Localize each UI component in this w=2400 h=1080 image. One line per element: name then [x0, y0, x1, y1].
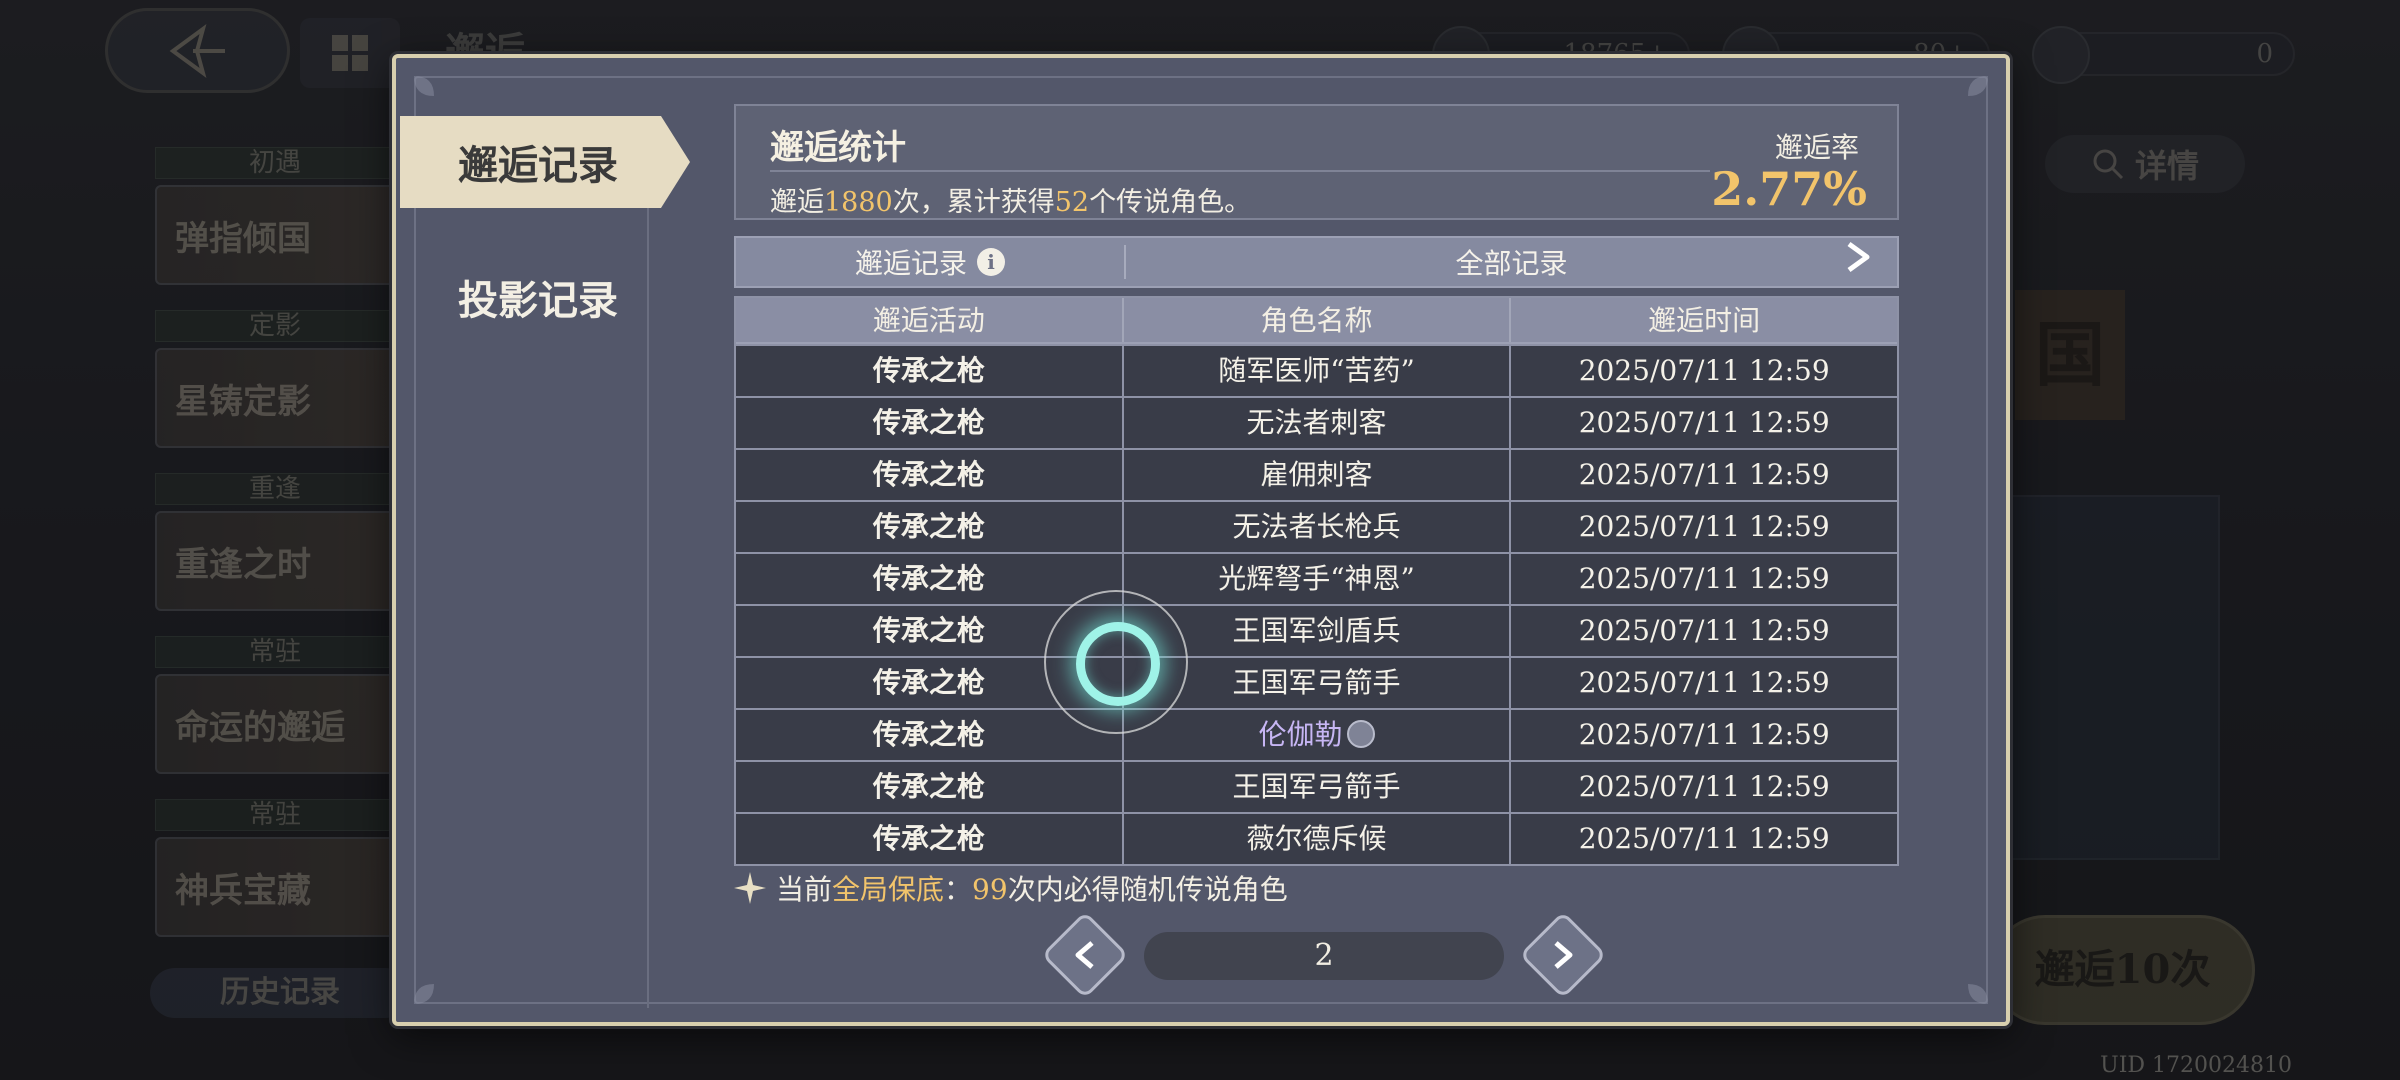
cell-activity: 传承之枪 [736, 398, 1124, 448]
record-table: 邂逅活动 角色名称 邂逅时间 传承之枪 随军医师“苦药” 2025/07/11 … [734, 296, 1899, 866]
pull-10-button[interactable]: 邂逅10次 [1990, 915, 2255, 1025]
cell-activity: 传承之枪 [736, 346, 1124, 396]
table-row: 传承之枪 薇尔德斥候 2025/07/11 12:59 [736, 812, 1897, 864]
cell-name: 光辉弩手“神恩” [1124, 554, 1512, 604]
cell-time: 2025/07/11 12:59 [1578, 510, 1830, 543]
table-row: 传承之枪 无法者刺客 2025/07/11 12:59 [736, 396, 1897, 448]
record-filter-bar: 邂逅记录 i 全部记录 [734, 236, 1899, 288]
modal-tab-column: 邂逅记录 投影记录 [396, 58, 690, 1022]
cell-activity: 传承之枪 [736, 762, 1124, 812]
loading-spinner [1044, 590, 1188, 734]
pity-guarantee-note: 当前全局保底：99次内必得随机传说角色 [734, 868, 1288, 908]
back-button[interactable] [105, 8, 290, 93]
banner-artwork [2010, 495, 2220, 860]
legendary-count: 52 [1054, 187, 1090, 218]
currency-3-icon [2032, 26, 2090, 84]
stats-divider [770, 170, 1710, 172]
cell-time: 2025/07/11 12:59 [1578, 354, 1830, 387]
cell-activity: 传承之枪 [736, 450, 1124, 500]
cell-name-legendary: 伦伽勒 [1124, 710, 1512, 760]
banner-emblem: 国 [2015, 290, 2125, 420]
corner-ornament-icon [1944, 72, 1992, 120]
banner-2[interactable]: 定影 星铸定影 [155, 310, 395, 448]
column-header-name: 角色名称 [1124, 298, 1512, 342]
uid-label: UID 1720024810 [2100, 1053, 2292, 1078]
cell-name: 薇尔德斥候 [1124, 814, 1512, 864]
total-pulls: 1880 [824, 187, 893, 218]
table-header: 邂逅活动 角色名称 邂逅时间 [736, 298, 1897, 344]
page-number: 2 [1144, 932, 1504, 980]
cell-time: 2025/07/11 12:59 [1578, 458, 1830, 491]
menu-button[interactable] [300, 18, 400, 88]
chevron-right-icon [1554, 941, 1573, 969]
chevron-left-icon [1075, 941, 1094, 969]
corner-ornament-icon [1944, 960, 1992, 1008]
next-page-button[interactable] [1519, 911, 1607, 999]
cell-name: 王国军弓箭手 [1124, 762, 1512, 812]
prev-page-button[interactable] [1041, 911, 1129, 999]
stats-title: 邂逅统计 [770, 128, 906, 168]
cell-activity: 传承之枪 [736, 814, 1124, 864]
back-arrow-icon [169, 23, 225, 78]
table-row: 传承之枪 无法者长枪兵 2025/07/11 12:59 [736, 500, 1897, 552]
banner-5[interactable]: 常驻 神兵宝藏 [155, 799, 395, 937]
cell-time: 2025/07/11 12:59 [1578, 406, 1830, 439]
tab-projection-record[interactable]: 投影记录 [458, 268, 618, 326]
rate-value: 2.77% [1711, 162, 1867, 216]
detail-button[interactable]: 详情 [2045, 135, 2245, 193]
table-row: 传承之枪 随军医师“苦药” 2025/07/11 12:59 [736, 344, 1897, 396]
info-icon[interactable]: i [977, 248, 1005, 276]
pagination: 2 [1041, 911, 1607, 999]
column-header-activity: 邂逅活动 [736, 298, 1124, 342]
history-button[interactable]: 历史记录 [150, 968, 410, 1018]
sparkle-icon [734, 872, 766, 904]
filter-select[interactable]: 全部记录 [1126, 241, 1897, 282]
table-row: 传承之枪 雇佣刺客 2025/07/11 12:59 [736, 448, 1897, 500]
tab-divider [647, 208, 649, 1008]
table-row: 传承之枪 王国军剑盾兵 2025/07/11 12:59 [736, 604, 1897, 656]
cell-activity: 传承之枪 [736, 554, 1124, 604]
currency-3[interactable]: 0 [2032, 26, 2295, 84]
cell-activity: 传承之枪 [736, 710, 1124, 760]
filter-label: 邂逅记录 i [736, 242, 1124, 282]
rate-label: 邂逅率 [1774, 131, 1859, 164]
table-row: 传承之枪 王国军弓箭手 2025/07/11 12:59 [736, 656, 1897, 708]
table-row: 传承之枪 伦伽勒 2025/07/11 12:59 [736, 708, 1897, 760]
chevron-right-icon [1847, 241, 1870, 273]
banner-3[interactable]: 重逢 重逢之时 [155, 473, 395, 611]
encounter-record-modal: 邂逅记录 投影记录 邂逅统计 邂逅1880次，累计获得52个传说角色。 邂逅率 … [392, 54, 2010, 1026]
stats-description: 邂逅1880次，累计获得52个传说角色。 [770, 187, 1252, 218]
cell-time: 2025/07/11 12:59 [1578, 718, 1830, 751]
encounter-stats-panel: 邂逅统计 邂逅1880次，累计获得52个传说角色。 邂逅率 2.77% [734, 104, 1899, 220]
magnifier-icon [2093, 149, 2124, 180]
cell-name: 随军医师“苦药” [1124, 346, 1512, 396]
column-header-time: 邂逅时间 [1648, 304, 1761, 337]
legendary-badge-icon [1346, 719, 1375, 748]
cell-activity: 传承之枪 [736, 502, 1124, 552]
loading-ring-icon [1076, 622, 1160, 706]
cell-name: 无法者刺客 [1124, 398, 1512, 448]
cell-time: 2025/07/11 12:59 [1578, 770, 1830, 803]
cell-time: 2025/07/11 12:59 [1578, 666, 1830, 699]
cell-name: 雇佣刺客 [1124, 450, 1512, 500]
table-row: 传承之枪 光辉弩手“神恩” 2025/07/11 12:59 [736, 552, 1897, 604]
cell-time: 2025/07/11 12:59 [1578, 562, 1830, 595]
cell-time: 2025/07/11 12:59 [1578, 614, 1830, 647]
banner-4[interactable]: 常驻 命运的邂逅 [155, 636, 395, 774]
tab-encounter-record[interactable]: 邂逅记录 [400, 116, 690, 208]
cell-time: 2025/07/11 12:59 [1578, 822, 1830, 855]
cell-name: 无法者长枪兵 [1124, 502, 1512, 552]
banner-1[interactable]: 初遇 弹指倾国 [155, 147, 395, 285]
grid-menu-icon [332, 35, 368, 71]
table-row: 传承之枪 王国军弓箭手 2025/07/11 12:59 [736, 760, 1897, 812]
